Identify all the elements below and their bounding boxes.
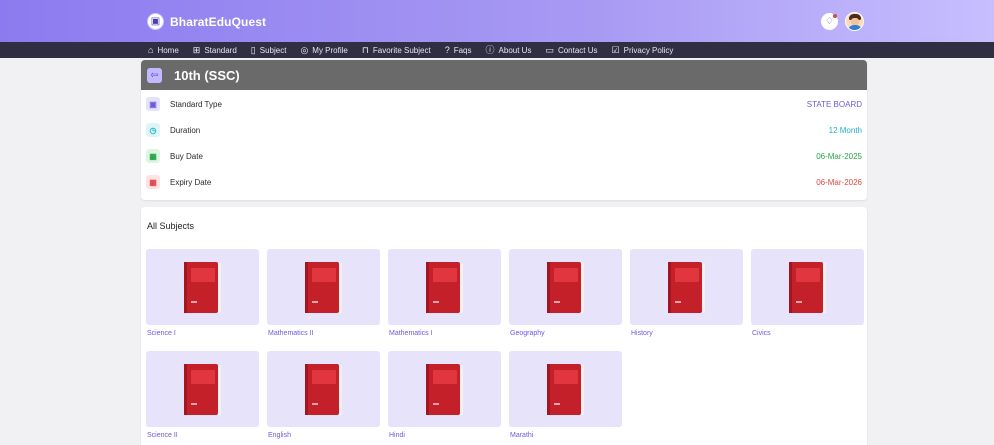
nav-item-favorite-subject[interactable]: ⊓ Favorite Subject — [361, 44, 431, 55]
subject-tile[interactable]: Hindi — [388, 351, 501, 439]
book-icon — [184, 364, 221, 416]
subject-tile[interactable]: English — [267, 351, 380, 439]
subject-thumbnail — [267, 249, 380, 325]
info-label: Standard Type — [170, 99, 222, 109]
brand-logo-icon: ▣ — [147, 13, 164, 30]
nav-label: Privacy Policy — [623, 45, 674, 55]
calendar-expiry-icon: ▦ — [146, 175, 160, 189]
shield-check-icon: ☑ — [611, 44, 620, 55]
info-row: ◷ Duration 12 Month — [146, 122, 862, 138]
subject-name: Hindi — [389, 432, 405, 439]
info-row: ▣ Standard Type STATE BOARD — [146, 96, 862, 112]
subject-name: Mathematics II — [268, 330, 314, 337]
subject-tile[interactable]: Mathematics II — [267, 249, 380, 337]
subject-name: Science I — [147, 330, 176, 337]
info-value: 12 Month — [828, 125, 862, 135]
subject-name: History — [631, 330, 653, 337]
home-icon: ⌂ — [148, 44, 154, 55]
bookmark-icon: ⊓ — [361, 44, 369, 55]
subject-name: Mathematics I — [389, 330, 433, 337]
subject-tile[interactable]: Civics — [751, 249, 864, 337]
nav-item-home[interactable]: ⌂ Home — [148, 44, 179, 55]
nav-item-my-profile[interactable]: ◎ My Profile — [300, 44, 348, 55]
book-icon — [305, 364, 342, 416]
nav-label: About Us — [498, 45, 532, 55]
info-value: 06-Mar-2025 — [816, 151, 862, 161]
user-icon: ◎ — [300, 44, 309, 55]
subject-thumbnail — [509, 249, 622, 325]
back-button[interactable]: ⇦ — [147, 67, 162, 83]
subject-thumbnail — [146, 351, 259, 427]
subject-name: English — [268, 432, 291, 439]
nav-label: Standard — [204, 45, 237, 55]
nav-item-privacy-policy[interactable]: ☑ Privacy Policy — [611, 44, 674, 55]
book-icon — [426, 364, 463, 416]
subjects-heading: All Subjects — [147, 221, 195, 231]
subject-thumbnail — [509, 351, 622, 427]
book-icon — [305, 262, 342, 314]
subject-tile[interactable]: Science II — [146, 351, 259, 439]
info-label: Buy Date — [170, 151, 203, 161]
nav-item-about-us[interactable]: ⓘ About Us — [485, 44, 532, 55]
standard-card: ⇦ 10th (SSC) ▣ Standard Type STATE BOARD ◷ D… — [141, 60, 867, 200]
subject-name: Science II — [147, 432, 178, 439]
nav-label: My Profile — [312, 45, 348, 55]
main-nav: ⌂ Home ⊞ Standard ▯ Subject ◎ My Profile ⊓ Favori… — [0, 42, 994, 58]
book-icon — [426, 262, 463, 314]
standard-card-header: ⇦ 10th (SSC) — [141, 60, 867, 90]
subject-thumbnail — [388, 249, 501, 325]
nav-label: Contact Us — [557, 45, 598, 55]
subject-tile[interactable]: History — [630, 249, 743, 337]
info-row: ▦ Buy Date 06-Mar-2025 — [146, 148, 862, 164]
book-icon — [668, 262, 705, 314]
subject-tile[interactable]: Marathi — [509, 351, 622, 439]
nav-item-subject[interactable]: ▯ Subject — [250, 44, 287, 55]
info-icon: ⓘ — [485, 44, 495, 55]
subject-tile[interactable]: Science I — [146, 249, 259, 337]
nav-label: Subject — [259, 45, 287, 55]
standard-type-icon: ▣ — [146, 97, 160, 111]
subject-tile[interactable]: Mathematics I — [388, 249, 501, 337]
grid-icon: ⊞ — [192, 44, 201, 55]
book-icon — [547, 262, 584, 314]
bell-glyph: ♢ — [825, 16, 834, 27]
question-icon: ? — [444, 44, 450, 55]
info-row: ▦ Expiry Date 06-Mar-2026 — [146, 174, 862, 190]
subject-thumbnail — [751, 249, 864, 325]
book-icon — [789, 262, 826, 314]
subjects-card: All Subjects Science I Mathematics II Math… — [141, 207, 867, 445]
notification-bell-icon[interactable]: ♢ — [821, 13, 838, 30]
subject-thumbnail — [146, 249, 259, 325]
info-value: STATE BOARD — [806, 99, 862, 109]
subject-name: Geography — [510, 330, 545, 337]
subject-thumbnail — [267, 351, 380, 427]
subject-name: Civics — [752, 330, 771, 337]
nav-label: Faqs — [453, 45, 472, 55]
chat-icon: ▭ — [545, 44, 554, 55]
calendar-icon: ▦ — [146, 149, 160, 163]
nav-item-contact-us[interactable]: ▭ Contact Us — [545, 44, 598, 55]
info-value: 06-Mar-2026 — [816, 177, 862, 187]
brand-name: BharatEduQuest — [170, 14, 267, 29]
avatar[interactable] — [845, 12, 864, 31]
subject-name: Marathi — [510, 432, 534, 439]
page-title: 10th (SSC) — [174, 67, 240, 83]
subject-thumbnail — [630, 249, 743, 325]
book-icon: ▯ — [250, 44, 256, 55]
nav-label: Home — [157, 45, 179, 55]
subject-thumbnail — [388, 351, 501, 427]
brand[interactable]: ▣ BharatEduQuest — [147, 13, 266, 30]
book-icon — [547, 364, 584, 416]
nav-label: Favorite Subject — [372, 45, 431, 55]
top-header: ▣ BharatEduQuest ♢ — [0, 0, 994, 42]
info-label: Expiry Date — [170, 177, 212, 187]
clock-icon: ◷ — [146, 123, 160, 137]
subject-tile[interactable]: Geography — [509, 249, 622, 337]
info-label: Duration — [170, 125, 201, 135]
notification-dot — [833, 14, 837, 18]
nav-item-standard[interactable]: ⊞ Standard — [192, 44, 237, 55]
nav-item-faqs[interactable]: ? Faqs — [444, 44, 472, 55]
book-icon — [184, 262, 221, 314]
